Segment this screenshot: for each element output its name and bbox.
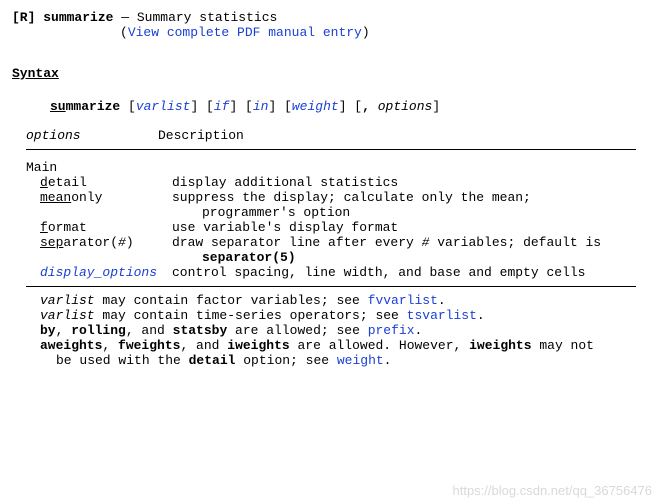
options-header: options (26, 128, 158, 143)
cmd-rest: mmarize (66, 99, 121, 114)
option-abbrev: d (40, 175, 48, 190)
prefix-link[interactable]: prefix (368, 323, 415, 338)
option-desc-cont: programmer's option (172, 205, 646, 220)
in-link[interactable]: in (253, 99, 269, 114)
varlist-link[interactable]: varlist (136, 99, 191, 114)
cmd-abbrev: su (50, 99, 66, 114)
weight-link[interactable]: weight (337, 353, 384, 368)
option-row: separator(#) draw separator line after e… (26, 235, 646, 250)
watermark: https://blog.csdn.net/qq_36756476 (453, 483, 653, 498)
help-tag: [R] (12, 10, 35, 25)
option-default: separator(5) (202, 250, 296, 265)
option-desc: suppress the display; calculate only the… (172, 190, 646, 205)
note-line: varlist may contain time-series operator… (40, 308, 646, 323)
description-header: Description (158, 128, 646, 143)
option-rest: ormat (48, 220, 87, 235)
option-abbrev: f (40, 220, 48, 235)
title-block: [R] summarize — Summary statistics (12, 10, 646, 25)
weight-link[interactable]: weight (292, 99, 339, 114)
main-group-label: Main (26, 156, 646, 175)
paren-close: ) (362, 25, 370, 40)
title-desc: Summary statistics (137, 10, 277, 25)
title-dash: — (121, 10, 129, 25)
syntax-command: summarize [varlist] [if] [in] [weight] [… (12, 99, 646, 114)
option-desc: control spacing, line width, and base an… (172, 265, 646, 280)
option-rest: arator( (63, 235, 118, 250)
syntax-notes: varlist may contain factor variables; se… (26, 293, 646, 368)
option-abbrev: sep (40, 235, 63, 250)
option-desc: draw separator line after every # variab… (172, 235, 646, 250)
option-abbrev: mean (40, 190, 71, 205)
options-word: options (378, 99, 433, 114)
command-name: summarize (43, 10, 113, 25)
pdf-manual-link[interactable]: View complete PDF manual entry (128, 25, 362, 40)
divider (26, 286, 636, 287)
display-options-link[interactable]: display_options (40, 265, 157, 280)
divider (26, 149, 636, 150)
note-line: aweights, fweights, and iweights are all… (40, 338, 646, 353)
option-row-cont: programmer's option (26, 205, 646, 220)
option-rest: only (71, 190, 102, 205)
option-row: meanonly suppress the display; calculate… (26, 190, 646, 205)
tsvarlist-link[interactable]: tsvarlist (407, 308, 477, 323)
options-table: options Description Main detail display … (12, 128, 646, 368)
paren-open: ( (120, 25, 128, 40)
option-row: detail display additional statistics (26, 175, 646, 190)
option-desc: display additional statistics (172, 175, 646, 190)
if-link[interactable]: if (214, 99, 230, 114)
option-row: display_options control spacing, line wi… (26, 265, 646, 280)
option-close: ) (126, 235, 134, 250)
note-line: varlist may contain factor variables; se… (40, 293, 646, 308)
syntax-heading: Syntax (12, 66, 59, 81)
fvvarlist-link[interactable]: fvvarlist (368, 293, 438, 308)
comma: , (362, 99, 370, 114)
note-line-cont: be used with the detail option; see weig… (40, 353, 646, 368)
option-row-cont: separator(5) (26, 250, 646, 265)
option-desc: use variable's display format (172, 220, 646, 235)
option-arg: # (118, 235, 126, 250)
pdf-link-line: (View complete PDF manual entry) (120, 25, 646, 40)
note-line: by, rolling, and statsby are allowed; se… (40, 323, 646, 338)
option-row: format use variable's display format (26, 220, 646, 235)
option-rest: etail (48, 175, 87, 190)
